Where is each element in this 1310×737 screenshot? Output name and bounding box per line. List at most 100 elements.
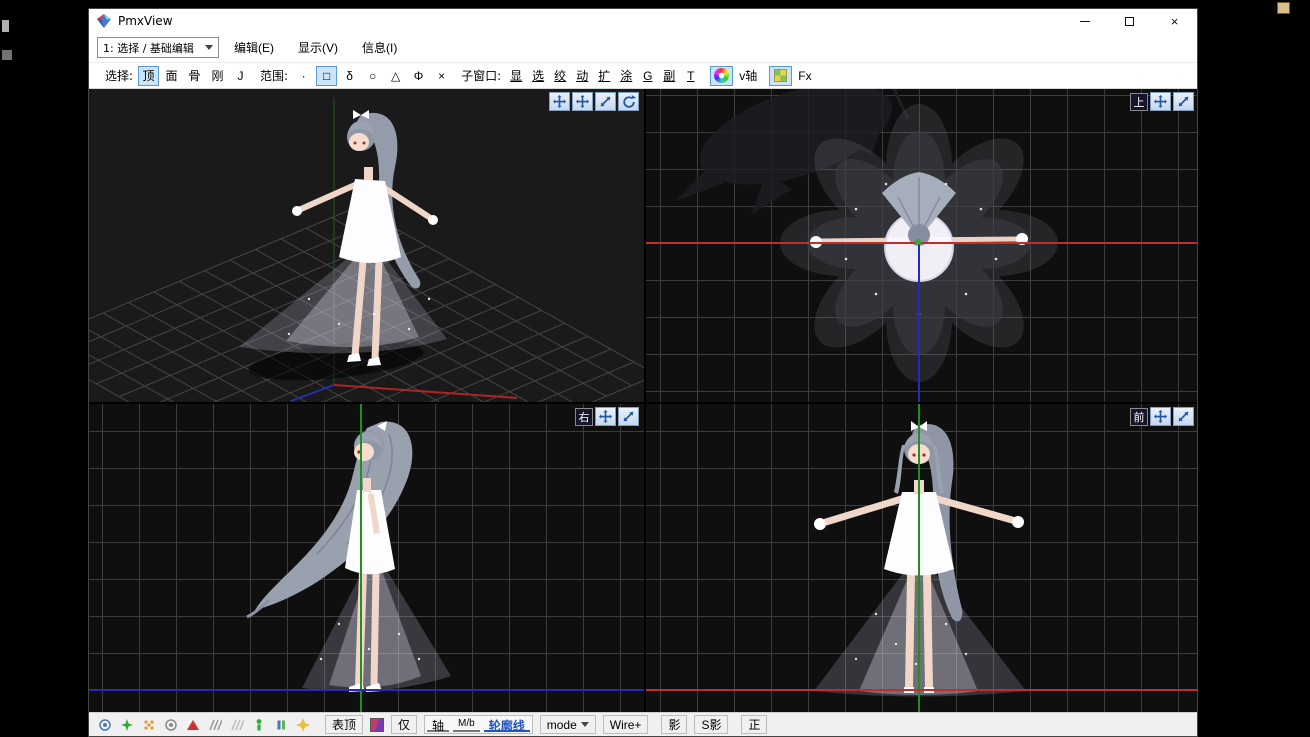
pan-icon bbox=[553, 95, 566, 108]
hatch-icon[interactable] bbox=[207, 717, 222, 732]
minimize-button[interactable] bbox=[1062, 9, 1107, 33]
subwindow-extend-button[interactable]: 扩 bbox=[594, 66, 614, 86]
radio-grey-icon[interactable] bbox=[163, 717, 178, 732]
triangle-red-icon[interactable] bbox=[185, 717, 200, 732]
select-vertex-button[interactable]: 顶 bbox=[138, 66, 159, 86]
axis-toggle[interactable]: 轴 bbox=[427, 717, 449, 732]
view-zoom-button[interactable] bbox=[1173, 407, 1194, 426]
menu-view[interactable]: 显示(V) bbox=[289, 34, 347, 61]
subwindow-weave-button[interactable]: 绞 bbox=[550, 66, 570, 86]
view-zoom-button[interactable] bbox=[1173, 92, 1194, 111]
range-label: 范围: bbox=[260, 67, 288, 84]
wire-plus-button[interactable]: Wire+ bbox=[603, 715, 649, 734]
select-bone-button[interactable]: 骨 bbox=[184, 66, 205, 86]
axis-z-line bbox=[918, 243, 920, 402]
grid-icon bbox=[774, 69, 787, 82]
surface-top-button[interactable]: 表顶 bbox=[325, 715, 363, 734]
subwindow-select-button[interactable]: 选 bbox=[528, 66, 548, 86]
select-label: 选择: bbox=[105, 67, 133, 84]
range-lasso-button[interactable]: δ bbox=[339, 66, 360, 86]
axis-x-line bbox=[646, 242, 1197, 244]
only-button[interactable]: 仅 bbox=[391, 715, 417, 734]
mb-toggle[interactable]: M/b bbox=[453, 717, 480, 732]
top-view-controls: 上 bbox=[1130, 92, 1194, 111]
character-model-perspective bbox=[89, 89, 644, 402]
select-rigid-button[interactable]: 刚 bbox=[207, 66, 228, 86]
select-face-button[interactable]: 面 bbox=[161, 66, 182, 86]
range-phi-button[interactable]: Φ bbox=[408, 66, 429, 86]
view-zoom-button[interactable] bbox=[618, 407, 639, 426]
subwindow-t-button[interactable]: T bbox=[681, 66, 700, 86]
view-zoom-button[interactable] bbox=[595, 92, 616, 111]
view-pan-button[interactable] bbox=[595, 407, 616, 426]
right-view-controls: 右 bbox=[575, 407, 639, 426]
close-button[interactable]: × bbox=[1152, 9, 1197, 33]
range-box-button[interactable]: □ bbox=[316, 66, 337, 86]
axis-origin-dot bbox=[915, 239, 921, 245]
character-model-top bbox=[646, 89, 1197, 402]
viewport-top[interactable]: 上 bbox=[646, 89, 1197, 402]
window-title: PmxView bbox=[118, 14, 173, 28]
select-joint-button[interactable]: J bbox=[230, 66, 251, 86]
zoom-arrow-icon bbox=[1177, 95, 1190, 108]
chevron-down-icon bbox=[205, 45, 213, 50]
screen: PmxView × 1: 选择 / 基础编辑 编辑(E) 显示(V) 信息(I)… bbox=[0, 0, 1310, 737]
background-artifact bbox=[2, 50, 12, 60]
mode-label: mode bbox=[547, 718, 577, 732]
view-move-button[interactable] bbox=[572, 92, 593, 111]
menu-info[interactable]: 信息(I) bbox=[353, 34, 406, 61]
mode-dropdown[interactable]: mode bbox=[540, 715, 596, 734]
maximize-button[interactable] bbox=[1107, 9, 1152, 33]
view-pan-button[interactable] bbox=[1150, 407, 1171, 426]
view-label-front: 前 bbox=[1130, 408, 1148, 426]
hatch-light-icon[interactable] bbox=[229, 717, 244, 732]
status-bar: 表顶 仅 轴 M/b 轮廓线 mode Wire+ 影 S影 正 bbox=[89, 712, 1197, 736]
subwindow-label: 子窗口: bbox=[461, 67, 501, 84]
fx-toggle[interactable]: Fx bbox=[794, 66, 815, 86]
toolbar: 选择: 顶 面 骨 刚 J 范围: · □ δ ○ △ Φ × 子窗口: 显 选… bbox=[89, 62, 1197, 89]
range-circle-button[interactable]: ○ bbox=[362, 66, 383, 86]
self-shadow-toggle[interactable]: S影 bbox=[694, 715, 728, 734]
zoom-arrow-icon bbox=[622, 410, 635, 423]
axis-z-line bbox=[89, 689, 644, 691]
outline-toggle[interactable]: 轮廓线 bbox=[484, 717, 530, 732]
title-bar[interactable]: PmxView × bbox=[89, 9, 1197, 33]
viewport-perspective[interactable] bbox=[89, 89, 644, 402]
material-color-swatch[interactable] bbox=[370, 718, 384, 732]
range-point-button[interactable]: · bbox=[293, 66, 314, 86]
chevron-down-icon bbox=[581, 722, 589, 727]
viewport-front[interactable]: 前 bbox=[646, 404, 1197, 712]
caption-buttons: × bbox=[1062, 9, 1197, 33]
view-pan-button[interactable] bbox=[549, 92, 570, 111]
background-artifact bbox=[1277, 2, 1290, 14]
radio-toggle-icon[interactable] bbox=[97, 717, 112, 732]
sparkle-green-icon[interactable] bbox=[119, 717, 134, 732]
view-orbit-button[interactable] bbox=[618, 92, 639, 111]
vaxis-toggle[interactable]: v轴 bbox=[735, 66, 761, 86]
range-triangle-button[interactable]: △ bbox=[385, 66, 406, 86]
view-pan-button[interactable] bbox=[1150, 92, 1171, 111]
figure-green-icon[interactable] bbox=[251, 717, 266, 732]
subwindow-motion-button[interactable]: 动 bbox=[572, 66, 592, 86]
display-mode-group: 轴 M/b 轮廓线 bbox=[424, 715, 533, 734]
subwindow-sub-button[interactable]: 副 bbox=[659, 66, 679, 86]
edit-mode-dropdown[interactable]: 1: 选择 / 基础编辑 bbox=[97, 37, 219, 58]
app-icon bbox=[96, 13, 112, 29]
menu-edit[interactable]: 编辑(E) bbox=[225, 34, 283, 61]
view-label-right: 右 bbox=[575, 408, 593, 426]
dots-orange-icon[interactable] bbox=[141, 717, 156, 732]
color-wheel-toggle[interactable] bbox=[710, 66, 733, 86]
normal-button[interactable]: 正 bbox=[741, 715, 767, 734]
subwindow-g-button[interactable]: G bbox=[638, 66, 657, 86]
bars-icon[interactable] bbox=[273, 717, 288, 732]
star-yellow-icon[interactable] bbox=[295, 717, 310, 732]
minimize-icon bbox=[1080, 21, 1090, 22]
pan-icon bbox=[1154, 410, 1167, 423]
character-model-front bbox=[646, 404, 1197, 712]
shadow-toggle[interactable]: 影 bbox=[661, 715, 687, 734]
range-clear-button[interactable]: × bbox=[431, 66, 452, 86]
subwindow-paint-button[interactable]: 涂 bbox=[616, 66, 636, 86]
viewport-right[interactable]: 右 bbox=[89, 404, 644, 712]
subwindow-display-button[interactable]: 显 bbox=[506, 66, 526, 86]
grid-view-toggle[interactable] bbox=[769, 66, 792, 86]
